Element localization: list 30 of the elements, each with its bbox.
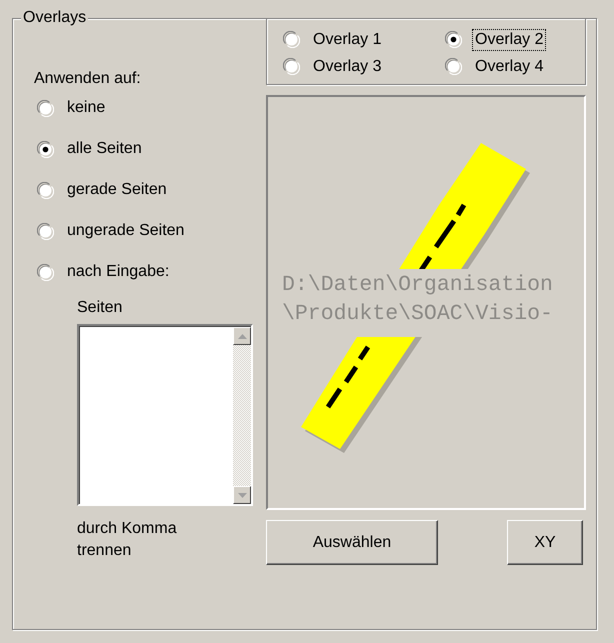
apply-label: Anwenden auf: xyxy=(34,69,142,89)
radio-option[interactable]: keine xyxy=(37,97,108,119)
pages-hint: durch Komma trennen xyxy=(77,519,178,561)
select-button[interactable]: Auswählen xyxy=(266,520,438,565)
radio-option[interactable]: ungerade Seiten xyxy=(37,220,188,242)
radio-label: nach Eingabe: xyxy=(66,262,170,282)
radio-option[interactable]: Overlay 2 xyxy=(445,28,546,50)
radio-label: Overlay 3 xyxy=(312,56,382,76)
radio-option[interactable]: alle Seiten xyxy=(37,138,145,160)
group-title: Overlays xyxy=(21,8,88,28)
pages-list[interactable] xyxy=(77,324,253,506)
scrollbar[interactable] xyxy=(233,327,251,504)
up-arrow-icon xyxy=(238,334,246,338)
down-arrow-icon xyxy=(238,492,246,498)
radio-label: ungerade Seiten xyxy=(66,221,186,241)
radio-option[interactable]: Overlay 1 xyxy=(283,28,384,50)
radio-label: Overlay 4 xyxy=(474,56,544,76)
radio-option[interactable]: Overlay 4 xyxy=(445,56,546,78)
scroll-down-button[interactable] xyxy=(233,486,251,504)
radio-label: Overlay 2 xyxy=(472,28,546,50)
radio-option[interactable]: Overlay 3 xyxy=(283,56,384,78)
radio-option[interactable]: gerade Seiten xyxy=(37,179,170,201)
pages-label: Seiten xyxy=(77,298,124,318)
radio-label: Overlay 1 xyxy=(312,30,382,50)
radio-label: gerade Seiten xyxy=(66,180,168,200)
radio-label: keine xyxy=(66,98,106,118)
radio-option[interactable]: nach Eingabe: xyxy=(37,261,172,283)
radio-label: alle Seiten xyxy=(66,139,143,159)
xy-button[interactable]: XY xyxy=(507,520,583,565)
scroll-up-button[interactable] xyxy=(233,327,251,345)
